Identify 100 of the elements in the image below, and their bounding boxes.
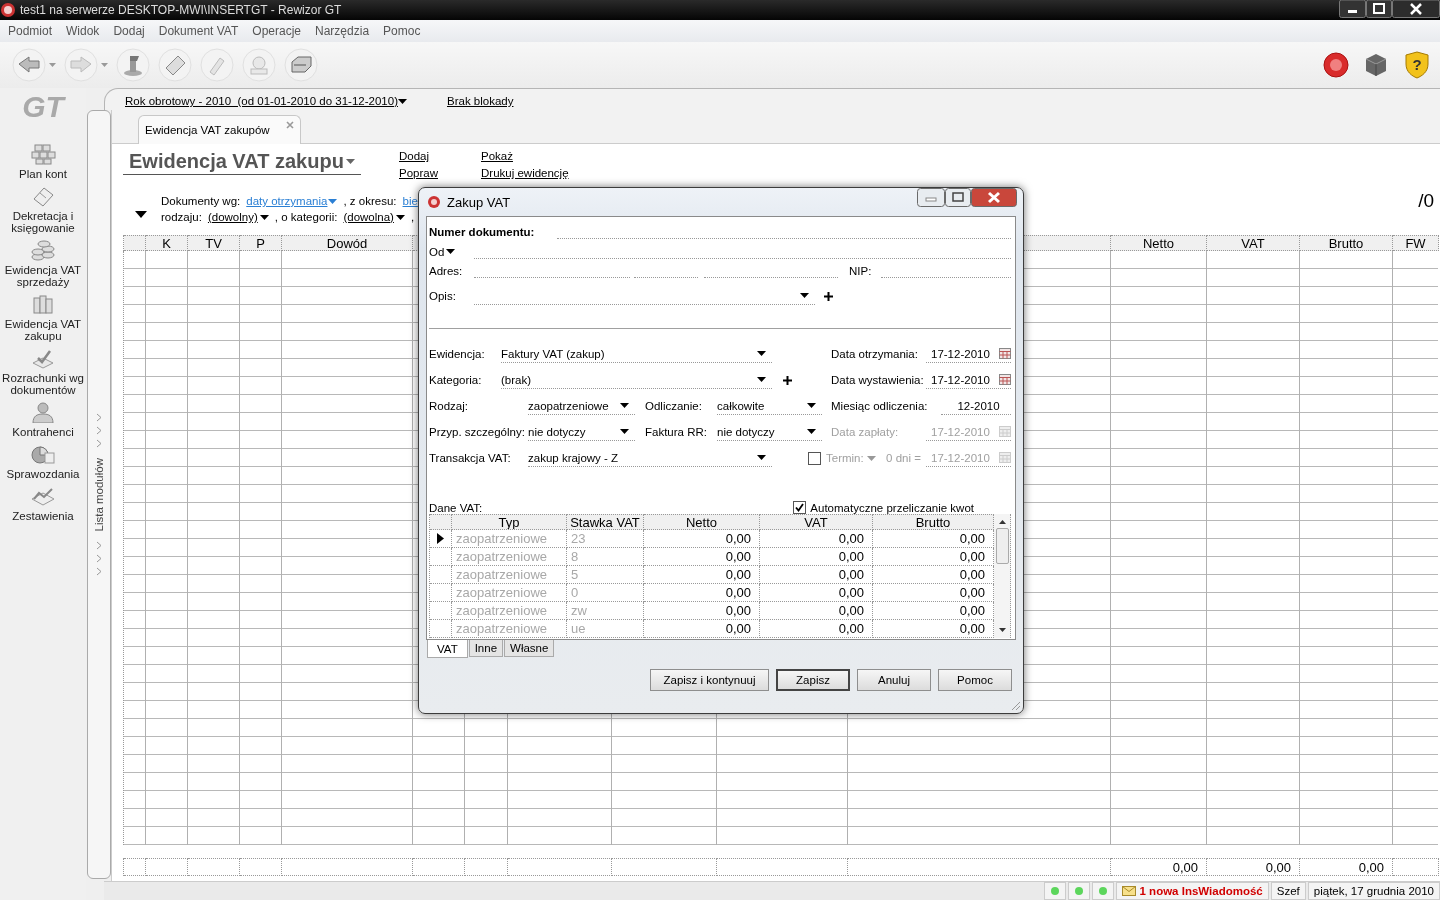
scroll-up-icon[interactable] [998,520,1006,524]
menu-item[interactable]: Podmiot [1,24,60,38]
column-header[interactable]: Netto [1111,235,1207,251]
caret-icon [800,293,809,298]
column-header[interactable]: VAT [760,514,873,530]
table-cell: zaopatrzeniowe [452,566,567,584]
column-header[interactable]: VAT [1207,235,1300,251]
dialog-button[interactable]: Zapisz [776,669,850,691]
caret-icon[interactable] [49,63,56,67]
column-header[interactable]: Stawka VAT [567,514,644,530]
field-label: Kategoria: [429,374,483,386]
date-field[interactable]: 17-12-2010 [926,345,1011,363]
filter-link[interactable]: daty otrzymania [246,195,338,207]
lock-status-link[interactable]: Brak blokady [447,95,514,107]
dialog-button[interactable]: Anuluj [857,669,931,691]
action-link[interactable]: Dodaj [399,149,430,163]
category-dropdown[interactable]: (brak) [501,371,772,389]
month-field[interactable]: 12-2010 [941,397,1011,415]
action-link[interactable]: Drukuj ewidencję [481,166,569,180]
maximize-button[interactable] [1366,0,1392,18]
tab[interactable]: VAT [427,640,468,658]
eraser-icon[interactable] [158,48,192,82]
caret-icon [620,429,629,434]
column-header[interactable]: Brutto [873,514,994,530]
message-link[interactable]: 1 nowa InsWiadomość [1115,882,1269,900]
scrollbar[interactable] [994,514,1011,638]
module-item[interactable]: Sprawozdania [0,443,86,480]
menu-item[interactable]: Dokument VAT [151,24,246,38]
coin-stack-icon [30,239,56,261]
transaction-dropdown[interactable]: zakup krajowy - Z [528,449,772,467]
type-dropdown[interactable]: zaopatrzeniowe [528,397,635,415]
date-field[interactable]: 17-12-2010 [926,371,1011,389]
module-item[interactable]: Rozrachunki wg dokumentów [0,347,86,396]
scroll-thumb[interactable] [995,528,1009,564]
printer-icon[interactable] [284,48,318,82]
module-item[interactable]: Zestawienia [0,485,86,522]
period-selector[interactable]: Rok obrotowy - 2010 (od 01-01-2010 do 31-12-2010) [125,95,407,107]
resize-grip-icon[interactable] [1010,700,1021,711]
menu-item[interactable]: Widok [59,24,107,38]
column-header[interactable]: Dowód [282,235,413,251]
special-case-dropdown[interactable]: nie dotyczy [528,423,635,441]
calendar-icon [999,426,1011,437]
table-cell: 0,00 [760,620,873,638]
close-button[interactable] [1392,0,1440,18]
menu-item[interactable]: Narzędzia [308,24,377,38]
calendar-icon [999,452,1011,463]
caret-icon[interactable] [101,63,108,67]
column-header[interactable]: K [146,235,188,251]
deduction-dropdown[interactable]: całkowite [717,397,822,415]
plus-icon[interactable] [783,375,792,385]
register-title[interactable]: Ewidencja VAT zakupu [123,149,361,175]
plus-icon[interactable] [824,291,833,301]
filter-link[interactable]: bie [402,195,418,207]
module-item[interactable]: Dekretacja i księgowanie [0,185,86,234]
column-header[interactable]: Typ [452,514,567,530]
action-link[interactable]: Pokaż [481,149,513,163]
filter-dropdown[interactable]: (dowolna) [343,211,405,223]
menu-item[interactable]: Dodaj [106,24,152,38]
caret-icon [757,351,766,356]
pie-chart-icon [30,443,56,465]
filter-label: Dokumenty wg: [161,195,241,207]
stamp-icon[interactable] [116,48,150,82]
close-icon[interactable] [285,121,294,129]
action-link[interactable]: Popraw [399,166,438,180]
dialog-button[interactable]: Pomoc [938,669,1012,691]
module-item[interactable]: Kontrahenci [0,401,86,438]
column-header[interactable]: Netto [644,514,760,530]
tab[interactable]: Inne [468,640,504,657]
help-button[interactable]: ? [1402,50,1432,80]
scroll-down-icon[interactable] [998,628,1006,632]
envelope-icon [1121,886,1136,896]
menu-item[interactable]: Pomoc [376,24,428,38]
register-dropdown[interactable]: Faktury VAT (zakup) [501,345,772,363]
column-header[interactable]: P [240,235,282,251]
menu-item[interactable]: Operacje [245,24,309,38]
module-item[interactable]: Ewidencja VAT zakupu [0,293,86,342]
expand-icon[interactable] [135,211,147,218]
tab[interactable]: Ewidencja VAT zakupów [138,115,301,144]
filter-dropdown[interactable]: (dowolny) [207,211,269,223]
column-header[interactable]: TV [188,235,240,251]
minimize-button[interactable] [1339,0,1366,18]
column-header[interactable] [124,235,146,251]
sphere-icon[interactable] [1322,51,1350,79]
checkbox[interactable] [793,501,807,514]
brush-icon[interactable] [200,48,234,82]
module-item[interactable]: Plan kont [0,143,86,180]
rr-invoice-dropdown[interactable]: nie dotyczy [717,423,822,441]
tab[interactable]: Własne [504,640,555,657]
dialog-button[interactable]: Zapisz i kontynuuj [650,669,769,691]
table-cell: 23 [567,530,644,548]
line-chart-icon [30,485,56,507]
module-item[interactable]: Ewidencja VAT sprzedaży [0,239,86,288]
column-header[interactable]: Brutto [1300,235,1393,251]
window-title: test1 na serwerze DESKTOP-MWI\INSERTGT - Rewizor GT [20,3,342,17]
table-cell: 0,00 [644,548,760,566]
table-cell: 0,00 [644,566,760,584]
column-header[interactable]: FW [1393,235,1439,251]
caret-icon [345,159,355,164]
table-cell [413,858,465,876]
from-dropdown-link[interactable]: Od [429,245,474,258]
